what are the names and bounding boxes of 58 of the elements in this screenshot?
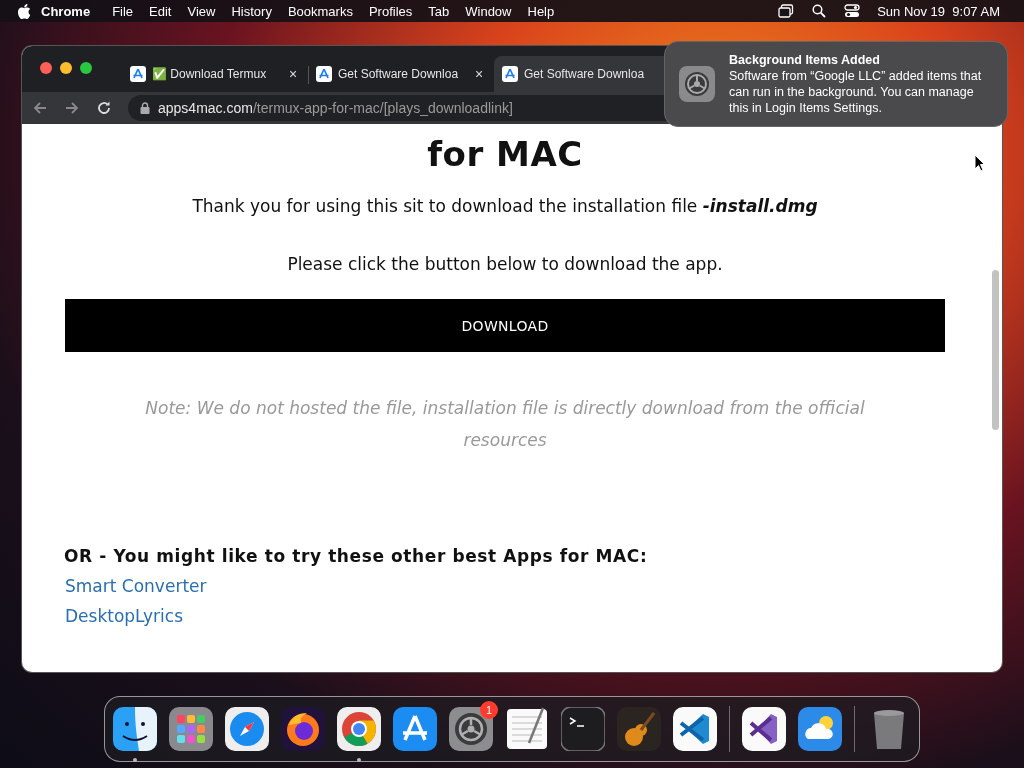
menu-item[interactable]: Window (457, 3, 520, 19)
compass-icon[interactable] (225, 707, 269, 751)
scrollbar-thumb[interactable] (991, 270, 999, 430)
toggles-icon[interactable] (844, 4, 861, 18)
tab-close-button[interactable]: × (286, 66, 300, 82)
menu-item[interactable]: Help (519, 3, 563, 19)
fox-globe-icon[interactable] (281, 707, 325, 751)
minimize-button[interactable] (60, 62, 72, 74)
section-heading: OR - You might like to try these other best Apps for MAC: (64, 546, 649, 566)
back-arrow-icon[interactable] (32, 100, 48, 116)
app-link[interactable]: DesktopLyrics (65, 606, 183, 626)
gear-icon (679, 66, 715, 102)
terminal-prompt-icon[interactable] (561, 707, 605, 751)
browser-tab[interactable]: Get Software Downloa × (308, 56, 494, 92)
browser-tab[interactable]: ✅ Download Termux × (122, 56, 308, 92)
forward-arrow-icon[interactable] (64, 100, 80, 116)
search-icon[interactable] (812, 4, 827, 18)
menu-item[interactable]: Bookmarks (279, 3, 361, 19)
menu-item[interactable]: Edit (141, 3, 180, 19)
menu-item[interactable]: History (223, 3, 280, 19)
tab-title: ✅ Download Termux (152, 67, 268, 81)
menu-bar-clock[interactable]: Sun Nov 19 9:07 AM (869, 3, 1008, 19)
smiling-face-icon[interactable] (113, 707, 157, 751)
mouse-pointer-icon (974, 154, 985, 172)
thank-you-text: Thank you for using this sit to download the installation file -install.dmg (192, 196, 818, 216)
instruction-text: Please click the button below to download the app. (287, 254, 723, 274)
menu-item[interactable]: Tab (420, 3, 458, 19)
tab-title: Get Software Downloa (524, 67, 646, 81)
ribbon-icon[interactable] (673, 707, 717, 751)
tab-title: Get Software Downloa (338, 67, 460, 81)
cloud-sun-icon[interactable] (798, 707, 842, 751)
letter-a-tile-icon[interactable] (393, 707, 437, 751)
lined-paper-icon[interactable] (505, 707, 549, 751)
notification-badge: 1 (480, 701, 498, 719)
zoom-button[interactable] (80, 62, 92, 74)
url-text: apps4mac.com/termux-app-for-mac/[plays_downloadlink] (158, 100, 513, 116)
app-store-favicon-icon (502, 66, 518, 82)
notification-title: Background Items Added (729, 52, 881, 67)
menu-item[interactable]: View (179, 3, 224, 19)
note-text: Note: We do not hosted the file, installation file is directly download from the official resources (144, 397, 866, 452)
app-link[interactable]: Smart Converter (65, 576, 207, 596)
app-menu[interactable]: Chrome (31, 3, 105, 19)
infinity-ribbon-icon[interactable] (742, 707, 786, 751)
reload-icon[interactable] (96, 100, 112, 116)
app-store-favicon-icon (316, 66, 332, 82)
menu-item[interactable]: File (104, 3, 142, 19)
apple-logo-icon[interactable] (18, 3, 31, 19)
menu-item[interactable]: Profiles (360, 3, 421, 19)
app-store-favicon-icon (130, 66, 146, 82)
tab-close-button[interactable]: × (472, 66, 486, 82)
close-window-button[interactable] (40, 62, 52, 74)
download-button[interactable]: DOWNLOAD (65, 299, 945, 352)
page-heading: for MAC (427, 134, 583, 174)
lock-icon (140, 102, 150, 114)
guitar-icon[interactable] (617, 707, 661, 751)
app-grid-icon[interactable] (169, 707, 213, 751)
windows-icon[interactable] (778, 4, 795, 18)
gear-icon[interactable] (449, 707, 493, 751)
